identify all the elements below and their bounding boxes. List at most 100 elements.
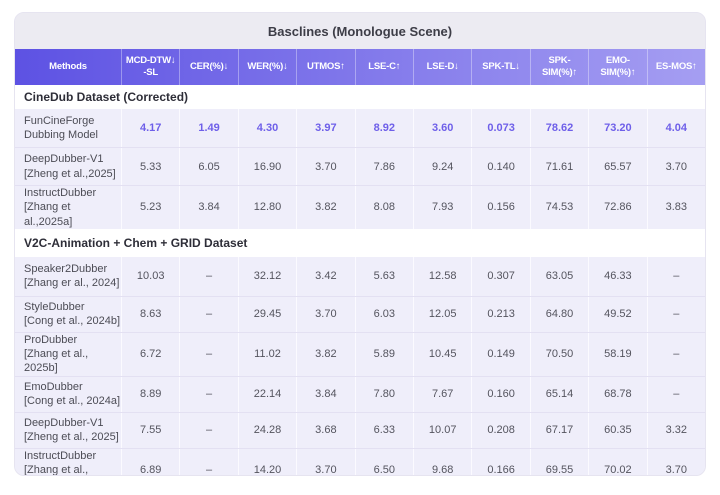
table-cell: 7.86	[354, 148, 413, 185]
table-cell: 70.50	[529, 332, 588, 376]
method-name: InstructDubber	[24, 187, 97, 199]
table-cell: 7.67	[413, 376, 471, 412]
table-cell: 3.68	[296, 412, 354, 448]
method-cell: DeepDubber-V1 [Zheng et al.,2025]	[15, 148, 121, 185]
table-row-deepdubber-v1-2: DeepDubber-V1 [Zheng et al., 2025] 7.55 –…	[15, 411, 705, 448]
baselines-table-card: Basclines (Monologue Scene) Methods MCD-…	[14, 12, 706, 476]
table-cell: 60.35	[588, 412, 646, 448]
table-cell: –	[646, 296, 705, 332]
table-cell: 14.20	[237, 448, 296, 475]
method-cell: FunCineForge Dubbing Model	[15, 109, 121, 147]
table-cell: 3.70	[296, 148, 354, 185]
method-name: EmoDubber	[24, 380, 83, 393]
table-row-funcineforge: FunCineForge Dubbing Model 4.17 1.49 4.30…	[15, 109, 705, 147]
table-cell: –	[179, 376, 237, 412]
table-cell: 69.55	[529, 448, 588, 475]
table-cell: 5.63	[354, 256, 413, 296]
table-cell: 3.70	[296, 296, 354, 332]
table-row-speaker2dubber: Speaker2Dubber [Zhang er al., 2024] 10.03…	[15, 256, 705, 296]
method-cell: InstructDubber [Zhang et al.,2025a]	[15, 186, 121, 229]
table-cell: 0.073	[471, 109, 529, 147]
method-name: Speaker2Dubber	[24, 263, 108, 276]
table-cell: 3.97	[296, 109, 354, 147]
table-cell: 5.89	[354, 332, 413, 376]
table-row-deepdubber-v1: DeepDubber-V1 [Zheng et al.,2025] 5.33 6.…	[15, 147, 705, 185]
table-cell: 0.149	[471, 332, 529, 376]
method-cell: EmoDubber [Cong et al., 2024a]	[15, 377, 121, 412]
col-header-wer: WER(%)↓	[237, 49, 296, 85]
table-cell: 3.70	[646, 448, 705, 475]
table-cell: 8.89	[121, 376, 179, 412]
col-header-lse-d: LSE-D↓	[413, 49, 471, 85]
table-cell: –	[179, 256, 237, 296]
table-cell: 3.70	[296, 448, 354, 475]
method-cite: [Cong et al., 2024b]	[24, 315, 121, 328]
table-cell: –	[179, 412, 237, 448]
table-cell: 6.05	[179, 148, 237, 185]
table-row-instructdubber-2: InstructDubber [Zhang et al., 2025a] 6.89…	[15, 447, 705, 476]
table-cell: –	[646, 332, 705, 376]
table-cell: 72.86	[588, 186, 646, 229]
table-cell: 7.93	[413, 186, 471, 229]
method-name: DeepDubber-V1	[24, 153, 104, 166]
col-header-utmos: UTMOS↑	[296, 49, 354, 85]
table-cell: 3.82	[296, 186, 354, 229]
col-header-spk-sim: SPK-SIM(%)↑	[529, 49, 588, 85]
method-name: FunCineForge	[24, 114, 95, 127]
col-header-lse-c: LSE-C↑	[354, 49, 413, 85]
col-header-cer: CER(%)↓	[179, 49, 237, 85]
table-cell: 8.63	[121, 296, 179, 332]
method-cell: Speaker2Dubber [Zhang er al., 2024]	[15, 257, 121, 296]
method-name: StyleDubber	[24, 301, 85, 314]
method-cite: [Zheng et al., 2025]	[24, 431, 119, 444]
section-header-v2c: V2C-Animation + Chem + GRID Dataset	[15, 228, 705, 257]
method-cell: DeepDubber-V1 [Zheng et al., 2025]	[15, 413, 121, 448]
table-cell: 12.58	[413, 256, 471, 296]
table-cell: 49.52	[588, 296, 646, 332]
table-cell: 0.307	[471, 256, 529, 296]
table-cell: –	[179, 332, 237, 376]
method-cite: [Zhang et al., 2025b]	[24, 348, 89, 375]
table-cell: –	[646, 376, 705, 412]
col-header-emo-sim: EMO-SIM(%)↑	[588, 49, 646, 85]
table-cell: 12.80	[237, 186, 296, 229]
table-cell: 74.53	[529, 186, 588, 229]
table-cell: 3.84	[179, 186, 237, 229]
table-cell: 9.68	[413, 448, 471, 475]
method-cell: InstructDubber [Zhang et al., 2025a]	[15, 449, 121, 476]
method-cite: Dubbing Model	[24, 129, 98, 141]
table-cell: 5.23	[121, 186, 179, 229]
method-name: ProDubber	[24, 333, 78, 346]
method-cite: [Cong et al., 2024a]	[24, 395, 121, 408]
table-cell: 22.14	[237, 376, 296, 412]
method-cite: [Zhang et al., 2025a]	[24, 464, 89, 476]
table-cell: 10.07	[413, 412, 471, 448]
method-cell: StyleDubber [Cong et al., 2024b]	[15, 297, 121, 332]
table-cell: 16.90	[237, 148, 296, 185]
table-cell: 78.62	[529, 109, 588, 147]
table-cell: 10.03	[121, 256, 179, 296]
table-cell: –	[179, 296, 237, 332]
table-cell: 24.28	[237, 412, 296, 448]
table-cell: 65.57	[588, 148, 646, 185]
table-cell: 32.12	[237, 256, 296, 296]
table-cell: 4.04	[646, 109, 705, 147]
table-cell: 29.45	[237, 296, 296, 332]
table-cell: 7.80	[354, 376, 413, 412]
table-cell: 65.14	[529, 376, 588, 412]
col-header-es-mos: ES-MOS↑	[646, 49, 705, 85]
table-row-instructdubber: InstructDubber [Zhang et al.,2025a] 5.23 …	[15, 185, 705, 229]
table-cell: 58.19	[588, 332, 646, 376]
table-cell: 0.156	[471, 186, 529, 229]
section-header-cinedub: CineDub Dataset (Corrected)	[15, 85, 705, 109]
table-cell: 68.78	[588, 376, 646, 412]
table-cell: 1.49	[179, 109, 237, 147]
table-cell: 3.60	[413, 109, 471, 147]
col-header-mcd-dtw-sl: MCD-DTW↓ -SL	[121, 49, 179, 85]
table-cell: 4.30	[237, 109, 296, 147]
table-cell: 63.05	[529, 256, 588, 296]
table-cell: 0.213	[471, 296, 529, 332]
method-name: DeepDubber-V1	[24, 416, 104, 429]
method-cell: ProDubber [Zhang et al., 2025b]	[15, 333, 121, 376]
table-row-produbber: ProDubber [Zhang et al., 2025b] 6.72 – 11…	[15, 331, 705, 376]
